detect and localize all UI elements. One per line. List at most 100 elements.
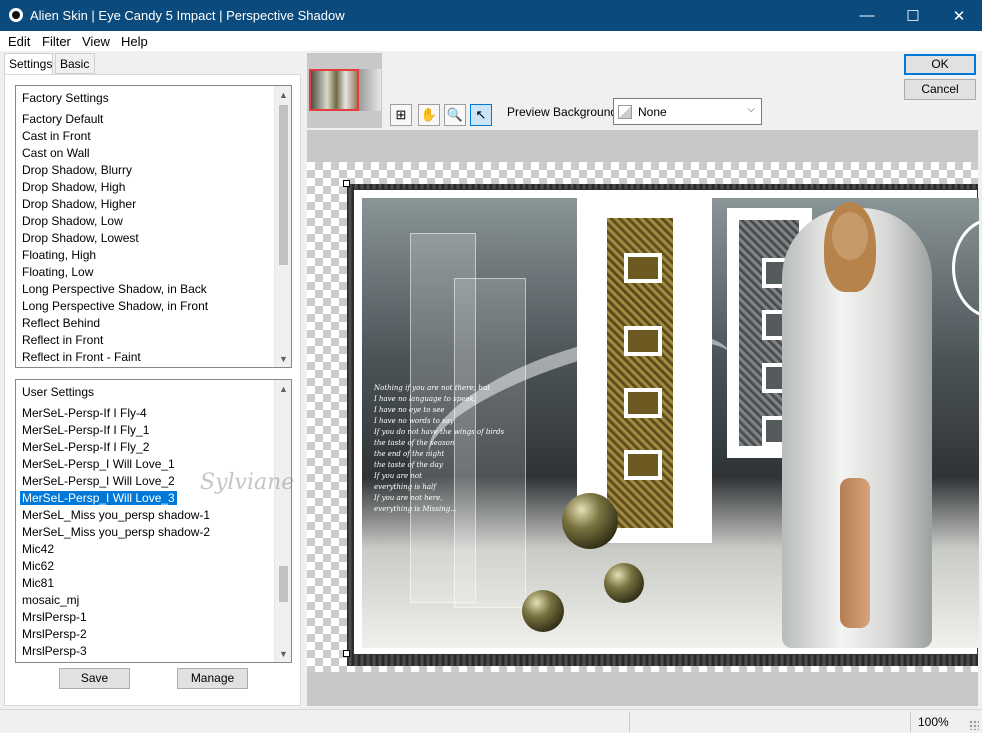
poem-line: I have no eye to see	[374, 406, 445, 414]
poem-line: I have no words to say	[374, 417, 454, 425]
scroll-up-icon[interactable]: ▲	[275, 86, 291, 103]
gold-door	[577, 198, 712, 543]
scroll-thumb[interactable]	[279, 105, 288, 265]
door-square	[624, 450, 662, 480]
user-settings-item[interactable]: MrslPersp-1	[22, 610, 87, 624]
maximize-button[interactable]: ☐	[890, 0, 936, 31]
title-bar: Alien Skin | Eye Candy 5 Impact | Perspe…	[0, 0, 982, 31]
user-settings-scrollbar[interactable]: ▲ ▼	[274, 380, 291, 662]
status-separator	[910, 712, 911, 732]
woman-leg	[840, 478, 870, 628]
resize-handle[interactable]	[343, 650, 350, 657]
factory-settings-header: Factory Settings	[22, 91, 109, 105]
zoom-tool-icon[interactable]: 🔍	[444, 104, 466, 126]
user-settings-item[interactable]: mosaic_mj	[22, 593, 79, 607]
menu-filter[interactable]: Filter	[42, 34, 71, 49]
factory-settings-item[interactable]: Reflect Behind	[22, 316, 100, 330]
zoom-level: 100%	[918, 715, 949, 729]
tab-basic[interactable]: Basic	[55, 53, 95, 74]
calligraphy-flourish	[952, 218, 979, 318]
gold-sphere	[562, 493, 618, 549]
factory-settings-item[interactable]: Reflect in Front	[22, 333, 103, 347]
factory-settings-scrollbar[interactable]: ▲ ▼	[274, 86, 291, 367]
factory-settings-item[interactable]: Reflect in Front - Faint	[22, 350, 141, 364]
factory-settings-item[interactable]: Floating, High	[22, 248, 96, 262]
manage-button[interactable]: Manage	[177, 668, 248, 689]
preview-background-label: Preview Background:	[507, 105, 621, 119]
poem-line: If you are not	[374, 472, 422, 480]
settings-panel: Factory Settings ▲ ▼ Factory Default Cast…	[4, 74, 301, 706]
menu-help[interactable]: Help	[121, 34, 148, 49]
status-bar: 100%	[0, 709, 982, 733]
gold-sphere	[604, 563, 644, 603]
user-settings-item[interactable]: MerSeL-Persp-If I Fly_1	[22, 423, 149, 437]
preview-artwork: Nothing if you are not there; but I have …	[362, 198, 979, 648]
woman-head	[832, 212, 868, 260]
menu-edit[interactable]: Edit	[8, 34, 30, 49]
user-settings-item[interactable]: MerSeL-Persp_I Will Love_3	[20, 491, 177, 505]
user-settings-header: User Settings	[22, 385, 95, 399]
factory-settings-item[interactable]: Long Perspective Shadow, in Front	[22, 299, 208, 313]
hand-tool-icon[interactable]: ✋	[418, 104, 440, 126]
user-settings-item[interactable]: MerSeL_Miss you_persp shadow-1	[22, 508, 210, 522]
poem-line: Nothing if you are not there; but	[374, 384, 491, 392]
factory-settings-list[interactable]: Factory Settings ▲ ▼ Factory Default Cast…	[15, 85, 292, 368]
poem-line: the taste of the season	[374, 439, 455, 447]
resize-handle[interactable]	[343, 180, 350, 187]
poem-line: If you do not have the wings of birds	[374, 428, 505, 436]
gold-sphere	[522, 590, 564, 632]
preview-image-frame[interactable]: Nothing if you are not there; but I have …	[353, 189, 979, 655]
menu-view[interactable]: View	[82, 34, 110, 49]
close-button[interactable]: ✕	[936, 0, 982, 31]
window-title: Alien Skin | Eye Candy 5 Impact | Perspe…	[30, 8, 345, 23]
navigator-tool-icon[interactable]: ⊞	[390, 104, 412, 126]
factory-settings-item[interactable]: Long Perspective Shadow, in Back	[22, 282, 207, 296]
user-settings-item[interactable]: MerSeL-Persp_I Will Love_2	[22, 474, 175, 488]
factory-settings-item[interactable]: Drop Shadow, Lowest	[22, 231, 139, 245]
preview-background-select[interactable]: None ⌵	[613, 98, 762, 125]
factory-settings-item[interactable]: Drop Shadow, Low	[22, 214, 123, 228]
ok-button[interactable]: OK	[904, 54, 976, 75]
factory-settings-item[interactable]: Floating, Low	[22, 265, 93, 279]
factory-settings-item[interactable]: Drop Shadow, Higher	[22, 197, 136, 211]
factory-settings-item[interactable]: Drop Shadow, Blurry	[22, 163, 132, 177]
user-settings-item[interactable]: Mic81	[22, 576, 54, 590]
scroll-up-icon[interactable]: ▲	[275, 380, 291, 397]
door-square	[624, 388, 662, 418]
user-settings-item[interactable]: MrslPersp-2	[22, 627, 87, 641]
cancel-button[interactable]: Cancel	[904, 79, 976, 100]
preview-background-value: None	[638, 105, 667, 119]
poem-line: everything is Missing...	[374, 505, 457, 513]
chevron-down-icon[interactable]: ⌵	[747, 104, 755, 115]
navigator-thumbnail[interactable]	[307, 53, 382, 128]
user-settings-item[interactable]: MrslPersp-3	[22, 644, 87, 658]
user-settings-item[interactable]: MerSeL_Miss you_persp shadow-2	[22, 525, 210, 539]
user-settings-item[interactable]: MerSeL-Persp-If I Fly_2	[22, 440, 149, 454]
factory-settings-item[interactable]: Drop Shadow, High	[22, 180, 125, 194]
door-square	[624, 326, 662, 356]
save-button[interactable]: Save	[59, 668, 130, 689]
scroll-down-icon[interactable]: ▼	[275, 645, 291, 662]
factory-settings-item[interactable]: Cast on Wall	[22, 146, 90, 160]
poem-line: everything is half	[374, 483, 436, 491]
background-swatch-icon	[618, 105, 632, 119]
user-settings-item[interactable]: Mic62	[22, 559, 54, 573]
door-square	[624, 253, 662, 283]
user-settings-item[interactable]: Mic42	[22, 542, 54, 556]
navigator-image	[359, 69, 381, 111]
preview-area[interactable]: Nothing if you are not there; but I have …	[307, 130, 979, 706]
factory-settings-item[interactable]: Cast in Front	[22, 129, 91, 143]
scroll-down-icon[interactable]: ▼	[275, 350, 291, 367]
tab-settings[interactable]: Settings	[4, 53, 53, 75]
navigator-viewport[interactable]	[309, 69, 359, 111]
poem-line: I have no language to speak,	[374, 395, 476, 403]
user-settings-item[interactable]: MerSeL-Persp-If I Fly-4	[22, 406, 147, 420]
resize-grip-icon[interactable]	[969, 720, 979, 730]
pointer-tool-icon[interactable]: ↖	[470, 104, 492, 126]
scroll-thumb[interactable]	[279, 566, 288, 602]
poem-text: Nothing if you are not there; but I have …	[374, 383, 514, 515]
minimize-button[interactable]: —	[844, 0, 890, 31]
user-settings-item[interactable]: MerSeL-Persp_I Will Love_1	[22, 457, 175, 471]
user-settings-list[interactable]: User Settings ▲ ▼ MerSeL-Persp-If I Fly-…	[15, 379, 292, 663]
factory-settings-item[interactable]: Factory Default	[22, 112, 103, 126]
